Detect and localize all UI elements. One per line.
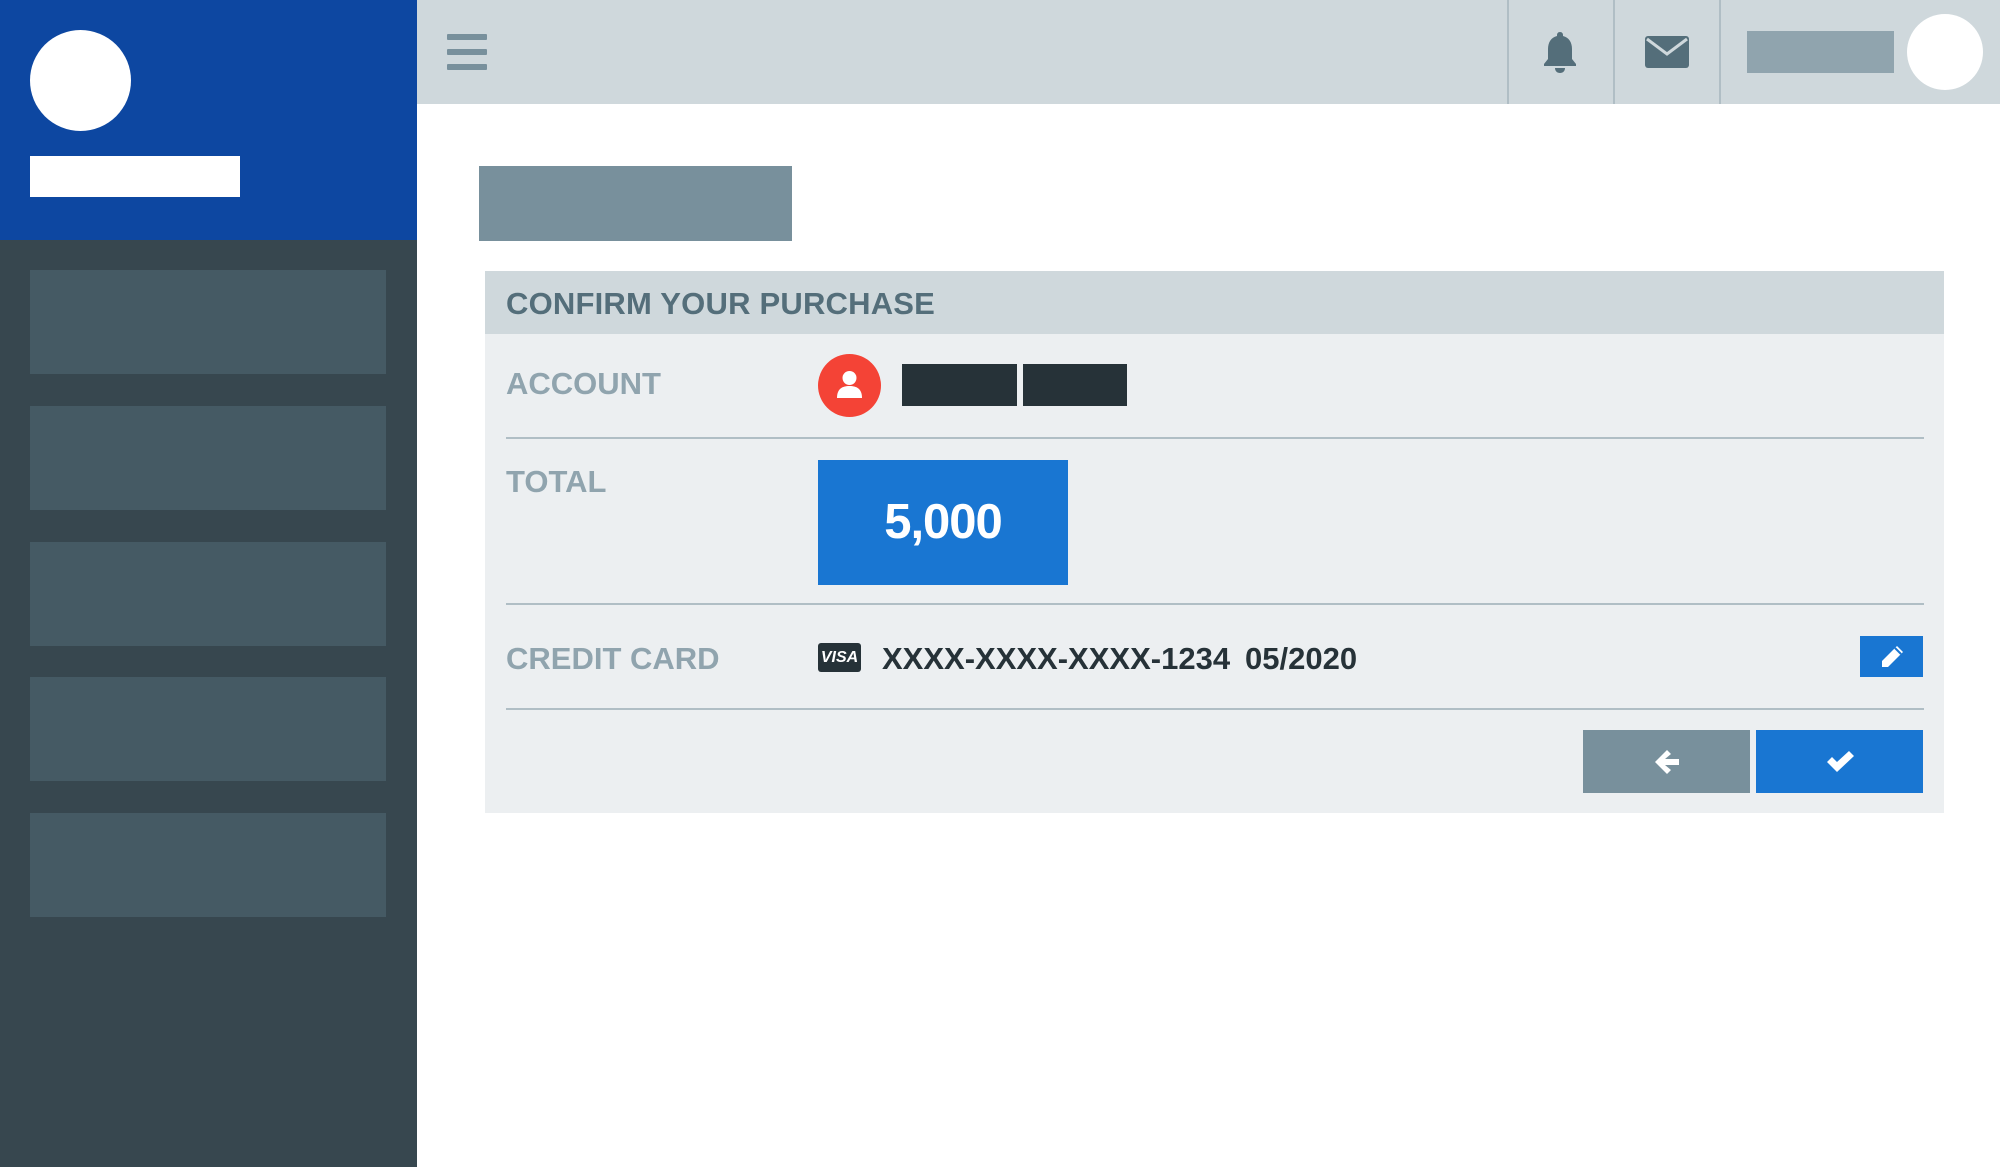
menu-icon[interactable] <box>447 34 487 70</box>
username-placeholder[interactable] <box>1747 31 1894 73</box>
account-label: ACCOUNT <box>506 366 661 401</box>
divider <box>506 437 1924 439</box>
sidebar-item-5[interactable] <box>30 813 386 917</box>
top-bar <box>417 0 2000 104</box>
sidebar-item-3[interactable] <box>30 542 386 646</box>
account-name-redacted <box>1023 364 1127 406</box>
divider <box>1719 0 1721 104</box>
brand-name-placeholder <box>30 156 240 197</box>
total-amount-box: 5,000 <box>818 460 1068 585</box>
logo <box>30 30 131 131</box>
purchase-confirmation-panel: CONFIRM YOUR PURCHASE ACCOUNT TOTAL 5,00… <box>485 271 1944 813</box>
back-button[interactable] <box>1583 730 1750 793</box>
arrow-left-icon <box>1654 749 1679 774</box>
divider <box>1613 0 1615 104</box>
account-name-redacted <box>902 364 1017 406</box>
confirm-button[interactable] <box>1756 730 1923 793</box>
sidebar-nav <box>0 240 417 1167</box>
sidebar-item-4[interactable] <box>30 677 386 781</box>
envelope-icon[interactable] <box>1643 28 1691 76</box>
sidebar-item-1[interactable] <box>30 270 386 374</box>
divider <box>1507 0 1509 104</box>
page-title-placeholder <box>479 166 792 241</box>
bell-icon[interactable] <box>1536 28 1584 76</box>
total-amount: 5,000 <box>884 495 1003 549</box>
divider <box>506 603 1924 605</box>
sidebar-item-2[interactable] <box>30 406 386 510</box>
divider <box>506 708 1924 710</box>
edit-card-button[interactable] <box>1860 636 1923 677</box>
sidebar-brand <box>0 0 417 240</box>
panel-header: CONFIRM YOUR PURCHASE <box>485 271 1944 334</box>
panel-title: CONFIRM YOUR PURCHASE <box>506 286 936 321</box>
credit-card-label: CREDIT CARD <box>506 641 720 676</box>
pencil-icon <box>1881 645 1903 667</box>
card-number: XXXX-XXXX-XXXX-1234 <box>882 641 1231 676</box>
card-expiry: 05/2020 <box>1245 641 1358 676</box>
total-label: TOTAL <box>506 464 607 499</box>
user-icon <box>818 354 881 417</box>
avatar[interactable] <box>1907 14 1983 90</box>
visa-icon: VISA <box>818 643 861 672</box>
check-icon <box>1826 750 1854 772</box>
